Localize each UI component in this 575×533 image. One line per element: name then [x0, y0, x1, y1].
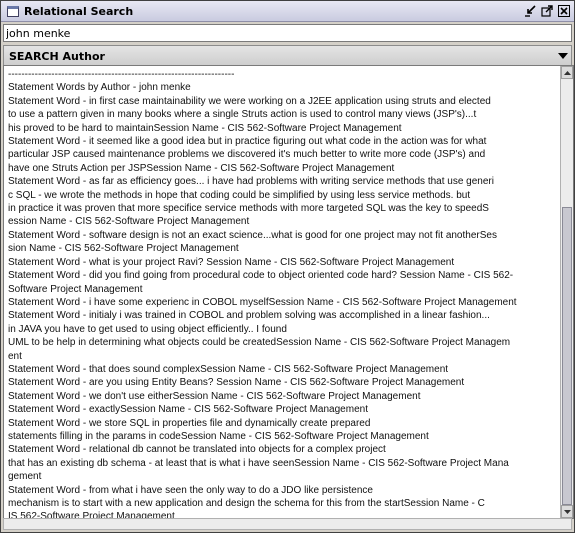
results-text: ----------------------------------------… — [4, 66, 559, 518]
result-line: ----------------------------------------… — [8, 69, 235, 80]
result-line: c SQL - we wrote the methods in hope tha… — [8, 189, 471, 201]
search-input[interactable] — [4, 26, 571, 40]
results-text-area[interactable]: ----------------------------------------… — [3, 65, 574, 519]
relational-search-window: Relational Search SEARCH Author --------… — [0, 0, 575, 533]
window-icon — [7, 5, 19, 17]
result-line: Statement Word - that does sound complex… — [8, 363, 449, 375]
result-line: ent — [8, 350, 22, 362]
result-line: have one Struts Action per JSPSession Na… — [8, 162, 395, 174]
horizontal-scrollbar[interactable] — [3, 518, 572, 530]
result-line: Statement Word - it seemed like a good i… — [8, 136, 487, 148]
result-line: UML to be help in determining what objec… — [8, 337, 511, 349]
result-line: to use a pattern given in many books whe… — [8, 109, 477, 121]
result-line: particular JSP caused maintenance proble… — [8, 149, 486, 161]
result-line: Statement Word - exactlySession Name - C… — [8, 404, 368, 416]
close-icon[interactable] — [557, 4, 571, 18]
scroll-down-icon[interactable] — [561, 505, 573, 518]
scroll-up-icon[interactable] — [561, 66, 573, 79]
result-line: Statement Word - initialy i was trained … — [8, 310, 490, 322]
vertical-scrollbar[interactable] — [560, 66, 573, 518]
result-line: in practice it was proven that more spec… — [8, 203, 489, 215]
result-line: that has an existing db schema - at leas… — [8, 457, 509, 469]
title-bar[interactable]: Relational Search — [1, 1, 574, 22]
result-line: Statement Words by Author - john menke — [8, 82, 191, 94]
result-line: Statement Word - what is your project Ra… — [8, 256, 455, 268]
minimize-icon[interactable] — [523, 4, 537, 18]
vertical-scroll-thumb[interactable] — [562, 207, 572, 505]
result-line: mechanism is to start with a new applica… — [8, 498, 485, 509]
maximize-icon[interactable] — [540, 4, 554, 18]
result-line: in JAVA you have to get used to using ob… — [8, 323, 287, 335]
search-type-label: SEARCH Author — [9, 49, 105, 63]
result-line: Statement Word - software design is not … — [8, 229, 497, 241]
result-line: Statement Word - are you using Entity Be… — [8, 377, 465, 389]
result-line: Statement Word - in first case maintaina… — [8, 95, 491, 107]
result-line: Statement Word - from what i have seen t… — [8, 484, 373, 496]
result-line: IS 562-Software Project Management — [8, 511, 175, 518]
result-line: Statement Word - we store SQL in propert… — [8, 417, 371, 429]
result-line: Statement Word - we don't use eitherSess… — [8, 390, 421, 402]
result-line: gement — [8, 471, 42, 483]
window-title: Relational Search — [24, 4, 134, 18]
result-line: Software Project Management — [8, 283, 143, 295]
result-line: his proved to be hard to maintainSession… — [8, 122, 402, 134]
result-line: Statement Word - did you find going from… — [8, 270, 514, 282]
result-line: statements filling in the params in code… — [8, 430, 429, 442]
chevron-down-icon[interactable] — [555, 46, 571, 66]
search-field-container — [3, 24, 572, 42]
result-line: ession Name - CIS 562-Software Project M… — [8, 216, 250, 228]
result-line: sion Name - CIS 562-Software Project Man… — [8, 243, 239, 255]
search-type-dropdown[interactable]: SEARCH Author — [3, 45, 572, 67]
result-line: Statement Word - as far as efficiency go… — [8, 176, 494, 188]
result-line: Statement Word - i have some experienc i… — [8, 296, 517, 308]
result-line: Statement Word - relational db cannot be… — [8, 444, 386, 456]
